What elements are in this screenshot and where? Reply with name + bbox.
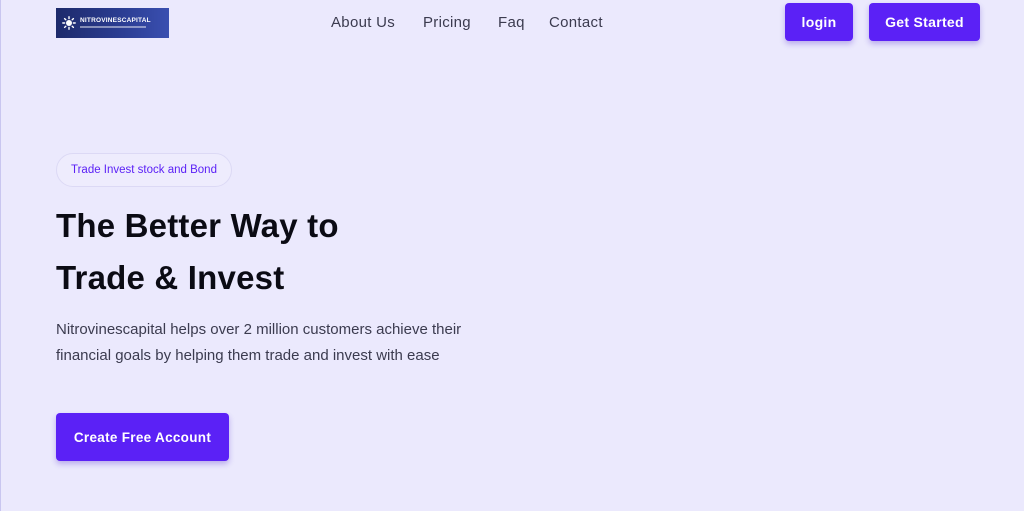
landing-page: NITROVINESCAPITAL About Us Pricing Faq C… (0, 0, 1024, 511)
login-button[interactable]: login (785, 3, 853, 41)
nav-link-contact[interactable]: Contact (549, 14, 603, 31)
hero-headline-line-2: Trade & Invest (56, 259, 285, 296)
logo-tagline-line (80, 26, 146, 29)
hero-badge: Trade Invest stock and Bond (56, 153, 232, 187)
nav-link-faq[interactable]: Faq (498, 14, 525, 31)
hero-headline-line-1: The Better Way to (56, 207, 339, 244)
logo-wordmark: NITROVINESCAPITAL (80, 16, 151, 29)
nav-link-pricing[interactable]: Pricing (423, 14, 471, 31)
logo-text: NITROVINESCAPITAL (80, 16, 151, 24)
create-free-account-button[interactable]: Create Free Account (56, 413, 229, 461)
brand-logo[interactable]: NITROVINESCAPITAL (56, 8, 169, 38)
gear-sun-icon (62, 16, 76, 30)
get-started-button[interactable]: Get Started (869, 3, 980, 41)
hero-description: Nitrovinescapital helps over 2 million c… (56, 321, 462, 364)
hero-headline: The Better Way to Trade & Invest (56, 200, 339, 304)
nav-link-about[interactable]: About Us (331, 14, 395, 31)
